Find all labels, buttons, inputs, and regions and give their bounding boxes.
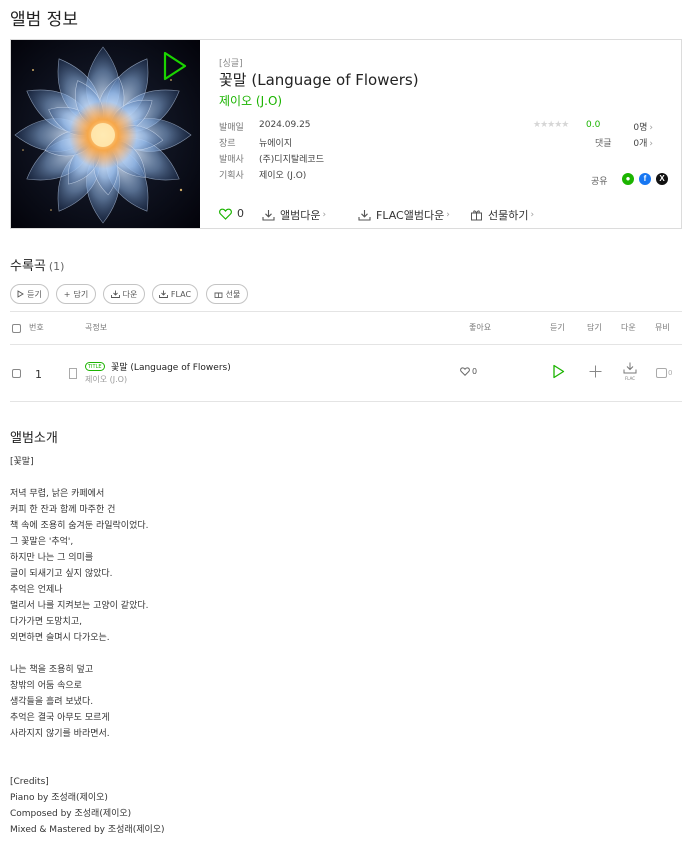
meta-agency: 기획사 제이오 (J.O) xyxy=(219,171,307,181)
chevron-right-icon: › xyxy=(530,210,535,220)
intro-line: 커피 한 잔과 함께 마주한 건 xyxy=(10,505,116,515)
album-title: 꽃말 (Language of Flowers) xyxy=(219,71,419,89)
intro-line: 그 꽃말은 '추억', xyxy=(10,537,74,547)
intro-line: 추억은 결국 아무도 모르게 xyxy=(10,713,110,723)
chevron-right-icon: › xyxy=(322,210,327,220)
rating-count[interactable]: 0명 › xyxy=(613,120,653,133)
meta-publisher: 발매사 (주)디지탈레코드 xyxy=(219,155,324,165)
intro-line: 생각들을 흘려 보냈다. xyxy=(10,697,94,707)
like-button[interactable]: 0 xyxy=(219,207,244,220)
header-likes: 좋아요 xyxy=(469,323,492,332)
header-divider xyxy=(10,344,682,345)
header-download: 다운 xyxy=(621,323,636,332)
gift-icon xyxy=(214,292,223,298)
intro-line: 나는 책을 조용히 덮고 xyxy=(10,665,94,675)
download-icon xyxy=(110,290,120,298)
album-info-panel: [싱글] 꽃말 (Language of Flowers) 제이오 (J.O) … xyxy=(10,39,682,229)
intro-line: 다가가면 도망치고, xyxy=(10,617,82,627)
intro-line: Piano by 조성래(제이오) xyxy=(10,793,108,803)
track-artist-link[interactable]: 제이오 (J.O) xyxy=(85,374,127,385)
intro-line: 추억은 언제나 xyxy=(10,585,63,595)
track-number: 1 xyxy=(35,368,42,381)
track-title-link[interactable]: 꽃말 (Language of Flowers) xyxy=(111,360,231,373)
intro-line xyxy=(10,742,670,758)
intro-line: [Credits] xyxy=(10,777,49,787)
mv-icon[interactable] xyxy=(656,368,667,378)
intro-line: Mixed & Mastered by 조성래(제이오) xyxy=(10,825,165,835)
x-share-icon[interactable]: X xyxy=(656,173,668,185)
chevron-right-icon: › xyxy=(649,139,653,149)
album-artist-link[interactable]: 제이오 (J.O) xyxy=(219,92,282,109)
album-type: [싱글] xyxy=(219,59,243,69)
album-download-button[interactable]: 앨범다운 › xyxy=(262,207,326,223)
gift-button[interactable]: 선물하기 › xyxy=(470,207,534,223)
intro-line: 사라지지 않기를 바라면서. xyxy=(10,729,110,739)
gift-selected-button[interactable]: 선물 xyxy=(206,284,248,304)
chevron-right-icon: › xyxy=(446,210,450,220)
header-number: 번호 xyxy=(29,323,44,332)
header-mv: 뮤비 xyxy=(655,323,670,332)
plus-icon: + xyxy=(63,289,71,299)
download-icon xyxy=(623,362,637,374)
meta-genre: 장르 뉴에이지 xyxy=(219,139,293,149)
heart-icon xyxy=(460,367,470,376)
album-cover[interactable] xyxy=(11,40,200,228)
album-intro-text: [꽃말] 저녁 무렵, 낡은 카페에서커피 한 잔과 함께 마주한 건책 속에 조… xyxy=(10,454,670,838)
add-selected-button[interactable]: + 담기 xyxy=(56,284,96,304)
header-add: 담기 xyxy=(587,323,602,332)
download-icon xyxy=(358,210,371,221)
play-icon[interactable] xyxy=(552,364,565,379)
intro-line: 하지만 나는 그 의미를 xyxy=(10,553,94,563)
play-icon xyxy=(17,290,24,298)
intro-line xyxy=(10,646,670,662)
download-selected-button[interactable]: 다운 xyxy=(103,284,145,304)
download-icon xyxy=(262,210,275,221)
page-title: 앨범 정보 xyxy=(10,10,78,30)
intro-line: 저녁 무렵, 낡은 카페에서 xyxy=(10,489,105,499)
title-badge: TITLE xyxy=(85,362,105,371)
intro-line: 외면하면 슬며시 다가오는. xyxy=(10,633,110,643)
rating-score: 0.0 xyxy=(586,120,601,130)
share-label: 공유 xyxy=(591,177,608,187)
select-all-checkbox[interactable] xyxy=(12,324,21,333)
intro-line: 창밖의 어둠 속으로 xyxy=(10,681,82,691)
download-icon xyxy=(158,290,168,298)
play-icon[interactable] xyxy=(162,51,188,81)
flac-selected-button[interactable]: FLAC xyxy=(152,284,198,304)
plus-icon[interactable] xyxy=(589,365,602,378)
header-listen: 듣기 xyxy=(550,323,565,332)
album-intro-heading: 앨범소개 xyxy=(10,431,58,446)
intro-line: 글이 되새기고 싶지 않았다. xyxy=(10,569,113,579)
heart-icon xyxy=(219,208,232,220)
comments-count[interactable]: 0개 › xyxy=(613,136,653,149)
comments-label: 댓글 xyxy=(595,139,612,149)
track-like-button[interactable]: 0 xyxy=(460,367,477,376)
listen-selected-button[interactable]: 듣기 xyxy=(10,284,49,304)
row-divider xyxy=(10,401,682,402)
song-info-icon[interactable] xyxy=(69,368,77,379)
intro-line: 멀리서 나를 지켜보는 고양이 같았다. xyxy=(10,601,149,611)
header-song-info: 곡정보 xyxy=(85,323,108,332)
table-top-divider xyxy=(10,311,682,312)
intro-line: 책 속에 조용히 숨겨둔 라일락이었다. xyxy=(10,521,149,531)
table-row: 1 TITLE 꽃말 (Language of Flowers) 제이오 (J.… xyxy=(10,346,682,401)
chevron-right-icon: › xyxy=(649,123,653,133)
tracklist-heading: 수록곡 (1) xyxy=(10,259,65,274)
rating-stars[interactable]: ★★★★★ xyxy=(533,120,569,130)
kakao-share-icon[interactable]: ● xyxy=(622,173,634,185)
mv-count: 0 xyxy=(668,369,673,377)
intro-line: [꽃말] xyxy=(10,457,34,467)
facebook-share-icon[interactable]: f xyxy=(639,173,651,185)
gift-icon xyxy=(471,210,482,221)
track-checkbox[interactable] xyxy=(12,369,21,378)
intro-line: Composed by 조성래(제이오) xyxy=(10,809,132,819)
flac-download-icon[interactable]: FLAC xyxy=(622,362,638,381)
intro-line xyxy=(10,470,670,486)
flac-download-button[interactable]: FLAC앨범다운 › xyxy=(358,207,450,223)
intro-line xyxy=(10,758,670,774)
meta-release-date: 발매일 2024.09.25 xyxy=(219,120,311,133)
